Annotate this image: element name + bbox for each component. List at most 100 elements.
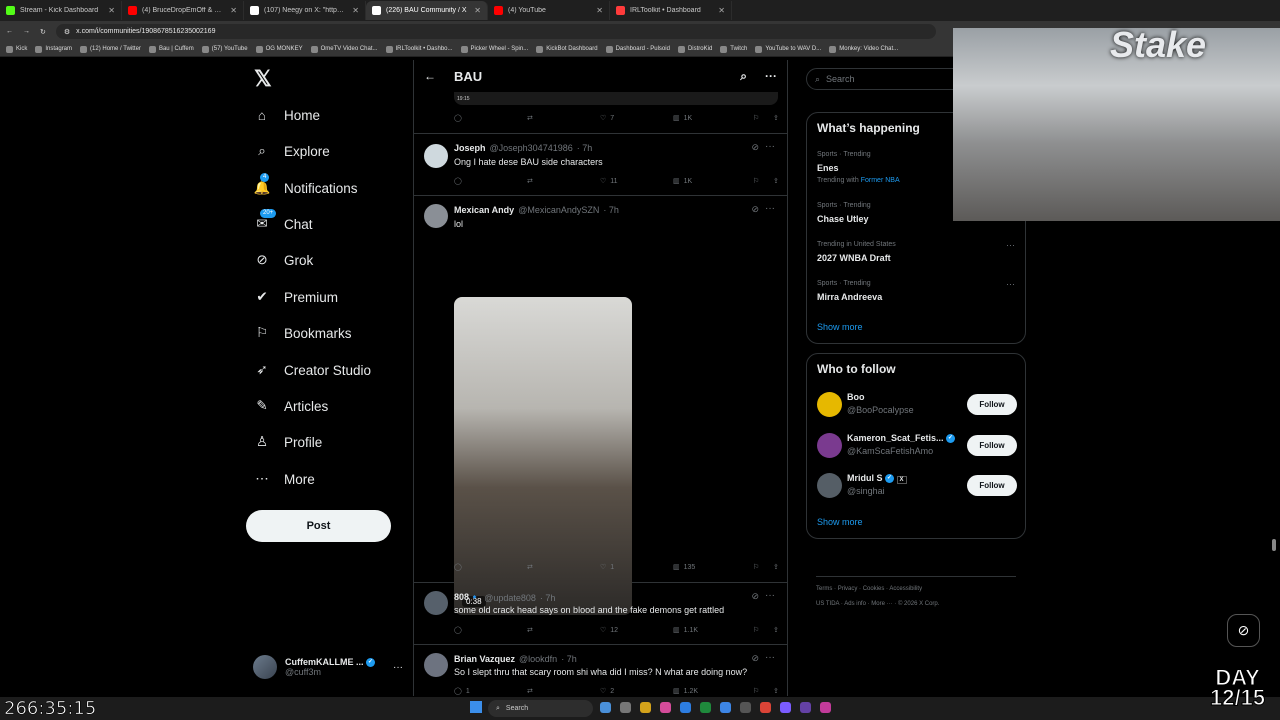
- nav-item-grok[interactable]: ⊘ Grok: [254, 245, 313, 275]
- nav-item-bookmarks[interactable]: ⚐ Bookmarks: [254, 318, 352, 348]
- views-button[interactable]: ▥ 1K: [673, 177, 753, 186]
- follow-name[interactable]: Mridul S: [847, 473, 883, 483]
- bookmark-button[interactable]: ⚐: [753, 687, 773, 695]
- trend-name[interactable]: 2027 WNBA Draft: [817, 253, 891, 263]
- browser-tab[interactable]: (4) YouTube ✕: [488, 1, 610, 20]
- trend-name[interactable]: Mirra Andreeva: [817, 292, 882, 302]
- footer-link[interactable]: Accessibility: [889, 586, 922, 592]
- folder-icon[interactable]: [640, 702, 651, 713]
- x-logo-icon[interactable]: 𝕏: [254, 66, 272, 92]
- taskbar-search[interactable]: ⌕ Search: [488, 700, 593, 717]
- taskbar-app-icon[interactable]: [620, 702, 631, 713]
- close-icon[interactable]: ✕: [108, 6, 115, 15]
- tweet-more-icon[interactable]: ···: [765, 590, 775, 601]
- like-button[interactable]: ♡ 11: [600, 177, 673, 186]
- views-button[interactable]: ▥ 1.2K: [673, 687, 753, 696]
- tweet-time[interactable]: · 7h: [603, 205, 619, 215]
- close-icon[interactable]: ✕: [596, 6, 603, 15]
- taskbar-app-icon[interactable]: [820, 702, 831, 713]
- close-icon[interactable]: ✕: [718, 6, 725, 15]
- bookmark-item[interactable]: OG MONKEY: [255, 45, 303, 53]
- follow-button[interactable]: Follow: [967, 475, 1017, 496]
- follow-name[interactable]: Kameron_Scat_Fetis...: [847, 433, 944, 443]
- taskbar-app-icon[interactable]: [700, 702, 711, 713]
- tweet-author-handle[interactable]: @MexicanAndySZN: [518, 205, 599, 215]
- browser-tab[interactable]: (226) BAU Community / X ✕: [366, 1, 488, 20]
- views-button[interactable]: ▥ 1.1K: [673, 626, 753, 635]
- retweet-button[interactable]: ⇄: [527, 626, 600, 634]
- tweet-time[interactable]: · 7h: [540, 593, 556, 603]
- nav-item-home[interactable]: ⌂ Home: [254, 100, 320, 130]
- retweet-button[interactable]: ⇄: [527, 687, 600, 695]
- reply-button[interactable]: ◯: [454, 177, 527, 185]
- trend-link[interactable]: Former NBA: [861, 177, 900, 184]
- avatar[interactable]: [424, 204, 448, 228]
- close-icon[interactable]: ✕: [230, 6, 237, 15]
- nav-item-premium[interactable]: ✔ Premium: [254, 282, 338, 312]
- tweet-author-name[interactable]: Joseph: [454, 143, 486, 153]
- tweet-more-icon[interactable]: ···: [765, 652, 775, 663]
- bookmark-item[interactable]: KickBot Dashboard: [536, 45, 598, 53]
- edge-icon[interactable]: [680, 702, 691, 713]
- share-button[interactable]: ⇪: [773, 563, 779, 571]
- like-button[interactable]: ♡ 7: [600, 114, 673, 123]
- tweet[interactable]: Joseph @Joseph304741986 · 7h ⊘ ··· Ong I…: [414, 134, 787, 196]
- retweet-button[interactable]: ⇄: [527, 177, 600, 185]
- like-button[interactable]: ♡ 1: [600, 563, 673, 572]
- reply-button[interactable]: ◯ 1: [454, 687, 527, 696]
- grok-button[interactable]: ⊘: [1227, 614, 1260, 647]
- forward-icon[interactable]: →: [23, 28, 30, 35]
- reply-button[interactable]: ◯: [454, 563, 527, 571]
- like-button[interactable]: ♡ 2: [600, 687, 673, 696]
- avatar[interactable]: [424, 591, 448, 615]
- bookmark-item[interactable]: IRLToolkit • Dashbo...: [385, 45, 453, 53]
- avatar[interactable]: [817, 392, 842, 417]
- bookmark-item[interactable]: Kick: [6, 45, 27, 53]
- taskbar-app-icon[interactable]: [660, 702, 671, 713]
- tweet[interactable]: Mexican Andy @MexicanAndySZN · 7h ⊘ ··· …: [414, 196, 787, 615]
- bookmark-button[interactable]: ⚐: [753, 563, 773, 571]
- follow-button[interactable]: Follow: [967, 394, 1017, 415]
- views-button[interactable]: ▥ 135: [673, 563, 753, 572]
- tweet-time[interactable]: · 7h: [577, 143, 593, 153]
- share-button[interactable]: ⇪: [773, 177, 779, 185]
- site-info-icon[interactable]: ⚙: [64, 28, 70, 36]
- account-more-icon[interactable]: ···: [393, 662, 403, 673]
- follow-suggestion[interactable]: Boo @BooPocalypse Follow: [817, 390, 1017, 420]
- footer-link[interactable]: US TIDA: [816, 601, 839, 607]
- taskbar-app-icon[interactable]: [720, 702, 731, 713]
- scrollbar[interactable]: [1272, 539, 1276, 551]
- bookmark-item[interactable]: Instagram: [35, 45, 72, 53]
- grok-explain-icon[interactable]: ⊘: [751, 591, 759, 602]
- bookmark-item[interactable]: OmeTV Video Chat...: [310, 45, 378, 53]
- nav-item-more[interactable]: ⋯ More: [254, 464, 315, 494]
- url-field[interactable]: ⚙ x.com/i/communities/190867851623500216…: [55, 24, 936, 39]
- nav-item-profile[interactable]: ♙ Profile: [254, 427, 322, 457]
- tweet-author-handle[interactable]: @update808: [484, 593, 536, 603]
- trend-more-icon[interactable]: ···: [1006, 279, 1015, 289]
- taskbar-app-icon[interactable]: [740, 702, 751, 713]
- share-button[interactable]: ⇪: [773, 626, 779, 634]
- reload-icon[interactable]: ↻: [40, 28, 46, 36]
- share-button[interactable]: ⇪: [773, 114, 779, 122]
- footer-link[interactable]: Cookies: [863, 586, 885, 592]
- tweet[interactable]: 808🔹 @update808 · 7h ⊘ ··· some old crac…: [414, 583, 787, 645]
- nav-item-chat[interactable]: ✉ 20+ Chat: [254, 209, 313, 239]
- bookmark-item[interactable]: (57) YouTube: [201, 45, 248, 53]
- grok-explain-icon[interactable]: ⊘: [751, 142, 759, 153]
- chrome-icon[interactable]: [760, 702, 771, 713]
- post-button[interactable]: Post: [246, 510, 391, 542]
- follow-suggestion[interactable]: Mridul S ✓ X @singhai Follow: [817, 471, 1017, 501]
- grok-explain-icon[interactable]: ⊘: [751, 653, 759, 664]
- avatar[interactable]: [817, 433, 842, 458]
- bookmark-item[interactable]: Picker Wheel - Spin...: [460, 45, 528, 53]
- tweet-author-handle[interactable]: @lookdfn: [519, 654, 557, 664]
- browser-tab[interactable]: (107) Neegy on X: "https://t.co ✕: [244, 1, 366, 20]
- back-arrow-icon[interactable]: ←: [424, 69, 436, 83]
- footer-link[interactable]: More ···: [871, 601, 892, 607]
- bookmark-item[interactable]: Dashboard - Pulsoid: [605, 45, 670, 53]
- grok-explain-icon[interactable]: ⊘: [751, 204, 759, 215]
- taskbar-app-icon[interactable]: [600, 702, 611, 713]
- bookmark-item[interactable]: DistroKid: [677, 45, 712, 53]
- close-icon[interactable]: ✕: [474, 6, 481, 15]
